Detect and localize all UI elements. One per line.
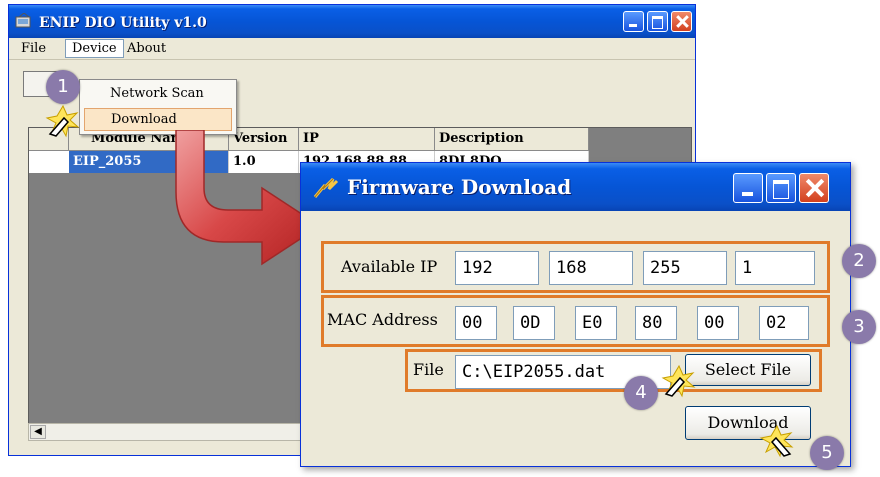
ip-octet-2[interactable]: 168	[549, 251, 633, 285]
minimize-icon	[624, 12, 643, 31]
menu-device[interactable]: Device	[65, 39, 124, 58]
file-label: File	[413, 360, 444, 379]
firmware-icon	[313, 177, 339, 198]
menu-item-download[interactable]: Download	[84, 108, 232, 131]
mac-byte-6[interactable]: 02	[759, 306, 809, 340]
ip-octet-4[interactable]: 1	[735, 251, 815, 285]
step-badge-4: 4	[624, 376, 658, 410]
hand-cursor-icon	[45, 104, 80, 138]
firmware-dialog: Firmware Download Available IP 192 168 2…	[300, 162, 851, 467]
minimize-icon	[734, 174, 762, 202]
app-icon	[15, 13, 31, 28]
menu-item-network-scan[interactable]: Network Scan	[84, 83, 232, 104]
scroll-left-icon[interactable]: ◀	[30, 425, 46, 439]
mac-byte-4[interactable]: 80	[635, 306, 677, 340]
menu-file[interactable]: File	[15, 40, 52, 57]
close-icon	[672, 12, 691, 31]
fw-minimize-button[interactable]	[733, 173, 763, 203]
ip-octet-1[interactable]: 192	[455, 251, 539, 285]
close-button[interactable]	[671, 11, 692, 32]
header-description[interactable]: Description	[435, 128, 589, 150]
mac-byte-3[interactable]: E0	[575, 306, 617, 340]
firmware-titlebar[interactable]: Firmware Download	[301, 163, 850, 211]
device-dropdown: Network Scan Download	[79, 79, 237, 135]
select-file-button[interactable]: Select File	[685, 354, 811, 386]
minimize-button[interactable]	[623, 11, 644, 32]
available-ip-label: Available IP	[341, 257, 438, 276]
main-title: ENIP DIO Utility v1.0	[39, 15, 207, 31]
maximize-icon	[648, 12, 667, 31]
maximize-button[interactable]	[647, 11, 668, 32]
hand-cursor-icon	[661, 364, 696, 398]
ip-octet-3[interactable]: 255	[643, 251, 727, 285]
step-badge-1: 1	[46, 70, 80, 104]
mac-address-label: MAC Address	[327, 310, 438, 329]
menu-bar: File Device About	[9, 38, 695, 60]
step-badge-5: 5	[810, 436, 844, 470]
mac-byte-5[interactable]: 00	[697, 306, 739, 340]
fw-maximize-button[interactable]	[766, 173, 796, 203]
mac-byte-1[interactable]: 00	[455, 306, 497, 340]
maximize-icon	[767, 174, 795, 202]
firmware-title: Firmware Download	[347, 175, 572, 199]
fw-close-button[interactable]	[799, 173, 829, 203]
menu-about[interactable]: About	[121, 40, 172, 57]
hand-cursor-icon	[759, 424, 794, 458]
main-titlebar[interactable]: ENIP DIO Utility v1.0	[9, 5, 695, 38]
step-badge-2: 2	[842, 244, 876, 278]
mac-byte-2[interactable]: 0D	[513, 306, 555, 340]
step-badge-3: 3	[842, 310, 876, 344]
close-icon	[800, 174, 828, 202]
